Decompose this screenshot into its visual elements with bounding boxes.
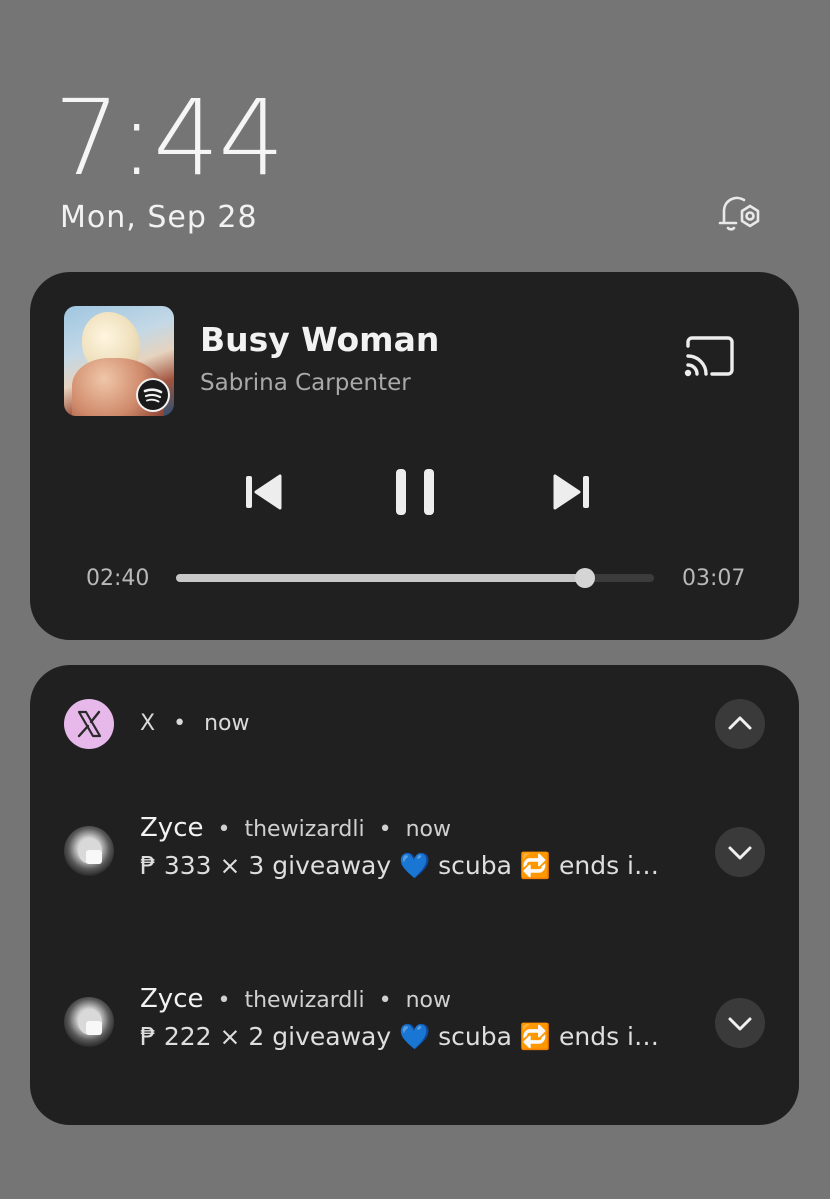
sender-name: Zyce	[140, 984, 204, 1014]
x-logo-icon	[64, 699, 114, 749]
song-title: Busy Woman	[200, 320, 440, 359]
chevron-down-icon	[728, 1017, 752, 1031]
notification-header: Zyce • thewizardli • now	[140, 813, 451, 843]
group-time: now	[204, 711, 250, 736]
notification-header: Zyce • thewizardli • now	[140, 984, 451, 1014]
chevron-up-icon	[728, 716, 752, 730]
media-player-card: Busy Woman Sabrina Carpenter 02:40 03:07	[30, 272, 799, 640]
lock-screen: 7:44 Mon, Sep 28 Busy Woman Sabrina Carp…	[0, 0, 830, 1199]
clock-time: 7:44	[54, 77, 285, 199]
avatar	[64, 997, 114, 1047]
next-track-button[interactable]	[545, 470, 595, 514]
notification-body: ₱ 222 × 2 giveaway 💙 scuba 🔁 ends i…	[140, 1022, 659, 1051]
notification-time: now	[405, 817, 451, 842]
cast-icon[interactable]	[682, 334, 738, 382]
sender-handle: thewizardli	[244, 988, 365, 1013]
notification-settings-icon[interactable]	[714, 190, 764, 240]
x-notification-group[interactable]: X • now Zyce • thewizardli • now ₱ 333 × 3 giv…	[30, 665, 799, 1125]
total-duration: 03:07	[682, 566, 746, 591]
previous-track-button[interactable]	[240, 470, 290, 514]
album-art[interactable]	[64, 306, 174, 416]
app-name: X	[140, 711, 156, 736]
sender-handle: thewizardli	[244, 817, 365, 842]
sender-name: Zyce	[140, 813, 204, 843]
expand-button[interactable]	[715, 827, 765, 877]
notification-time: now	[405, 988, 451, 1013]
notification-body: ₱ 333 × 3 giveaway 💙 scuba 🔁 ends i…	[140, 851, 659, 880]
collapse-button[interactable]	[715, 699, 765, 749]
spotify-icon	[136, 378, 170, 412]
notification-item[interactable]: Zyce • thewizardli • now ₱ 333 × 3 giveaway …	[30, 813, 799, 903]
expand-button[interactable]	[715, 998, 765, 1048]
avatar	[64, 826, 114, 876]
playback-progress-slider[interactable]	[176, 568, 654, 588]
chevron-down-icon	[728, 846, 752, 860]
progress-fill	[176, 574, 585, 582]
pause-button[interactable]	[392, 465, 442, 519]
notification-item[interactable]: Zyce • thewizardli • now ₱ 222 × 2 giveaway …	[30, 984, 799, 1074]
song-artist: Sabrina Carpenter	[200, 370, 411, 396]
notification-group-header: X • now	[140, 711, 250, 736]
clock-date: Mon, Sep 28	[60, 200, 258, 235]
progress-thumb[interactable]	[574, 568, 595, 588]
elapsed-time: 02:40	[86, 566, 150, 591]
